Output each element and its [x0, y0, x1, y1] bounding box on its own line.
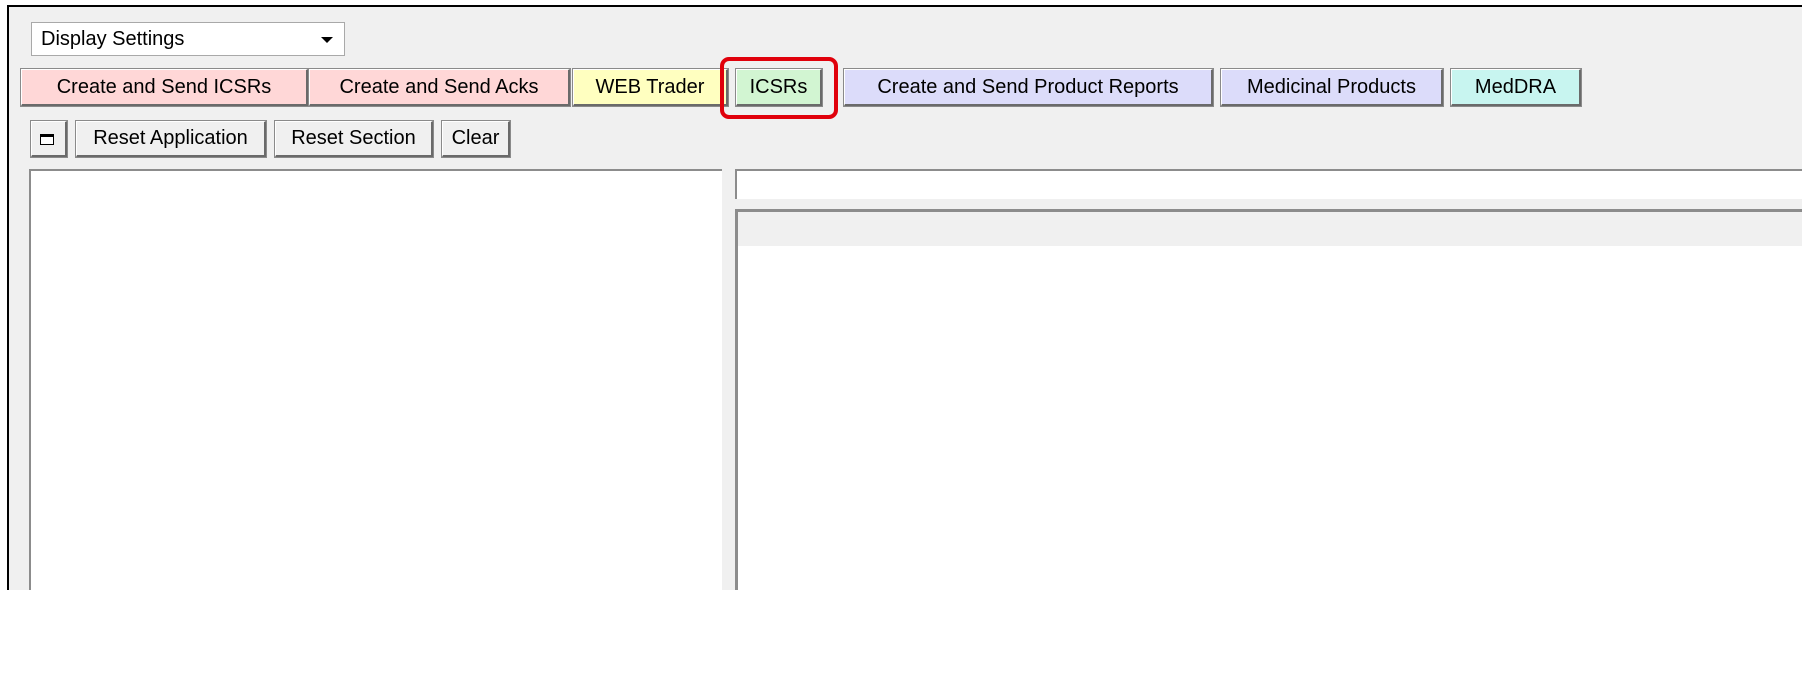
highlight-box — [720, 57, 838, 119]
tab-web-trader[interactable]: WEB Trader — [572, 68, 729, 107]
application-window: Display Settings Create and Send ICSRs C… — [7, 5, 1802, 590]
reset-application-button[interactable]: Reset Application — [75, 120, 267, 158]
display-settings-dropdown[interactable]: Display Settings — [31, 22, 345, 56]
restore-window-button[interactable] — [30, 120, 68, 158]
right-text-field[interactable] — [735, 169, 1802, 199]
chevron-down-icon[interactable] — [320, 23, 334, 55]
tab-medicinal-products[interactable]: Medicinal Products — [1220, 68, 1444, 107]
clear-button[interactable]: Clear — [441, 120, 511, 158]
right-content-panel[interactable] — [735, 209, 1802, 590]
display-settings-value: Display Settings — [41, 28, 185, 50]
tab-meddra[interactable]: MedDRA — [1450, 68, 1582, 107]
tab-create-and-send-acks[interactable]: Create and Send Acks — [308, 68, 571, 107]
left-tree-panel[interactable] — [29, 169, 722, 590]
reset-section-button[interactable]: Reset Section — [274, 120, 434, 158]
tab-create-and-send-icsrs[interactable]: Create and Send ICSRs — [20, 68, 309, 107]
panel-header-strip — [738, 212, 1802, 246]
tab-create-and-send-product-reports[interactable]: Create and Send Product Reports — [843, 68, 1214, 107]
window-restore-icon — [40, 134, 54, 145]
